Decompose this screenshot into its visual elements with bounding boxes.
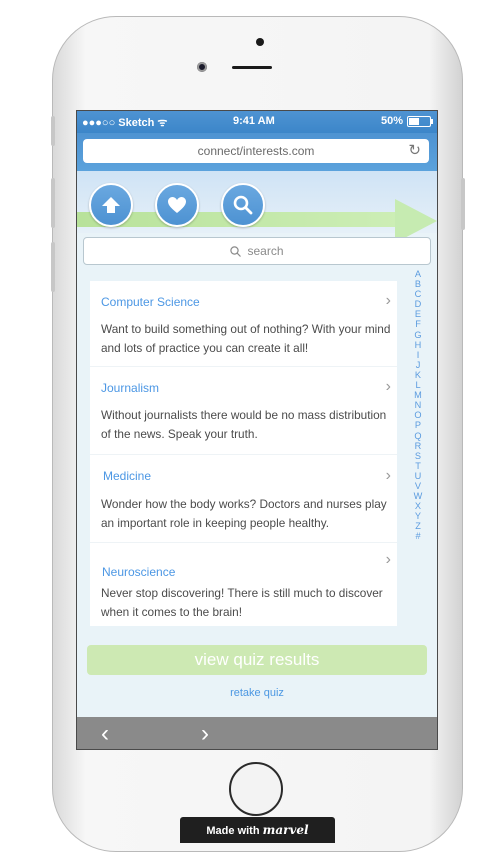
alphabet-letter[interactable]: I (413, 350, 423, 360)
alphabet-letter[interactable]: H (413, 340, 423, 350)
chevron-right-icon: › (385, 292, 391, 309)
address-bar[interactable]: connect/interests.com ↻ (83, 139, 429, 163)
battery-level (409, 117, 419, 125)
search-input[interactable]: search (83, 237, 431, 265)
interest-description: Wonder how the body works? Doctors and n… (101, 497, 387, 530)
browser-toolbar: connect/interests.com ↻ (77, 133, 437, 171)
list-item[interactable]: Neuroscience › Never stop discovering! T… (90, 543, 397, 626)
browser-bottom-bar: ‹ › (77, 717, 437, 749)
alphabet-letter[interactable]: D (413, 299, 423, 309)
interest-description: Without journalists there would be no ma… (101, 408, 387, 441)
interest-title[interactable]: Computer Science (101, 295, 200, 309)
status-time: 9:41 AM (233, 115, 275, 127)
alphabet-letter[interactable]: V (413, 481, 423, 491)
proximity-sensor (197, 62, 207, 72)
made-with-badge: Made with marvel (180, 817, 335, 843)
alphabet-letter[interactable]: X (413, 501, 423, 511)
home-hardware-button[interactable] (229, 762, 283, 816)
alphabet-letter[interactable]: O (413, 410, 423, 420)
interest-description: Never stop discovering! There is still m… (101, 586, 383, 619)
home-button[interactable] (89, 183, 133, 227)
carrier-label: ●●●○○ Sketch ᯤ (82, 117, 168, 129)
alphabet-letter[interactable]: Q (413, 431, 423, 441)
alphabet-letter[interactable]: R (413, 441, 423, 451)
search-placeholder: search (247, 244, 284, 258)
hero-banner (77, 171, 437, 243)
alphabet-letter[interactable]: J (413, 360, 423, 370)
alphabet-letter[interactable]: S (413, 451, 423, 461)
interest-description: Want to build something out of nothing? … (101, 322, 391, 355)
alphabet-letter[interactable]: C (413, 289, 423, 299)
volume-down-button (51, 242, 55, 292)
search-field-icon (230, 246, 242, 257)
view-quiz-results-button[interactable]: view quiz results (87, 645, 427, 675)
list-item[interactable]: Medicine › Wonder how the body works? Do… (90, 455, 397, 543)
interest-list: Computer Science › Want to build somethi… (90, 281, 397, 626)
front-camera (256, 38, 264, 46)
forward-arrow-icon[interactable]: › (201, 720, 209, 748)
chevron-right-icon: › (385, 551, 391, 568)
power-button (461, 178, 465, 230)
badge-prefix: Made with (206, 825, 260, 837)
interest-title[interactable]: Neuroscience (102, 565, 175, 579)
battery-icon (407, 115, 433, 127)
phone-screen: ●●●○○ Sketch ᯤ 9:41 AM 50% connect/inter… (76, 110, 438, 750)
retake-quiz-link[interactable]: retake quiz (77, 687, 437, 699)
url-text: connect/interests.com (197, 144, 315, 158)
volume-up-button (51, 178, 55, 228)
chevron-right-icon: › (385, 467, 391, 484)
list-item[interactable]: Computer Science › Want to build somethi… (90, 281, 397, 367)
reload-icon[interactable]: ↻ (408, 139, 421, 163)
alphabet-letter[interactable]: W (413, 491, 423, 501)
battery-percent: 50% (380, 115, 403, 127)
battery-indicator: 50% (380, 115, 433, 127)
alphabet-index[interactable]: A B C D E F G H I J K L M N O P Q R S T U V W X Y Z # (413, 269, 423, 542)
alphabet-letter[interactable]: A (413, 269, 423, 279)
mute-switch (51, 116, 55, 146)
alphabet-letter[interactable]: K (413, 370, 423, 380)
earpiece-speaker (232, 66, 272, 69)
alphabet-letter[interactable]: F (413, 319, 423, 329)
alphabet-letter[interactable]: E (413, 309, 423, 319)
alphabet-letter[interactable]: Y (413, 511, 423, 521)
home-icon (102, 197, 120, 213)
alphabet-letter[interactable]: M (413, 390, 423, 400)
alphabet-letter[interactable]: Z (413, 521, 423, 531)
heart-icon (168, 197, 186, 213)
alphabet-letter[interactable]: U (413, 471, 423, 481)
favorites-button[interactable] (155, 183, 199, 227)
search-icon (233, 195, 253, 215)
status-bar: ●●●○○ Sketch ᯤ 9:41 AM 50% (77, 111, 437, 133)
alphabet-letter[interactable]: P (413, 420, 423, 430)
back-arrow-icon[interactable]: ‹ (101, 720, 109, 748)
list-item[interactable]: Journalism › Without journalists there w… (90, 367, 397, 455)
alphabet-letter[interactable]: G (413, 330, 423, 340)
alphabet-letter[interactable]: # (413, 531, 423, 541)
interest-title[interactable]: Journalism (101, 381, 159, 395)
alphabet-letter[interactable]: L (413, 380, 423, 390)
alphabet-letter[interactable]: N (413, 400, 423, 410)
alphabet-letter[interactable]: B (413, 279, 423, 289)
alphabet-letter[interactable]: T (413, 461, 423, 471)
interest-title[interactable]: Medicine (103, 469, 151, 483)
search-button[interactable] (221, 183, 265, 227)
chevron-right-icon: › (385, 378, 391, 395)
